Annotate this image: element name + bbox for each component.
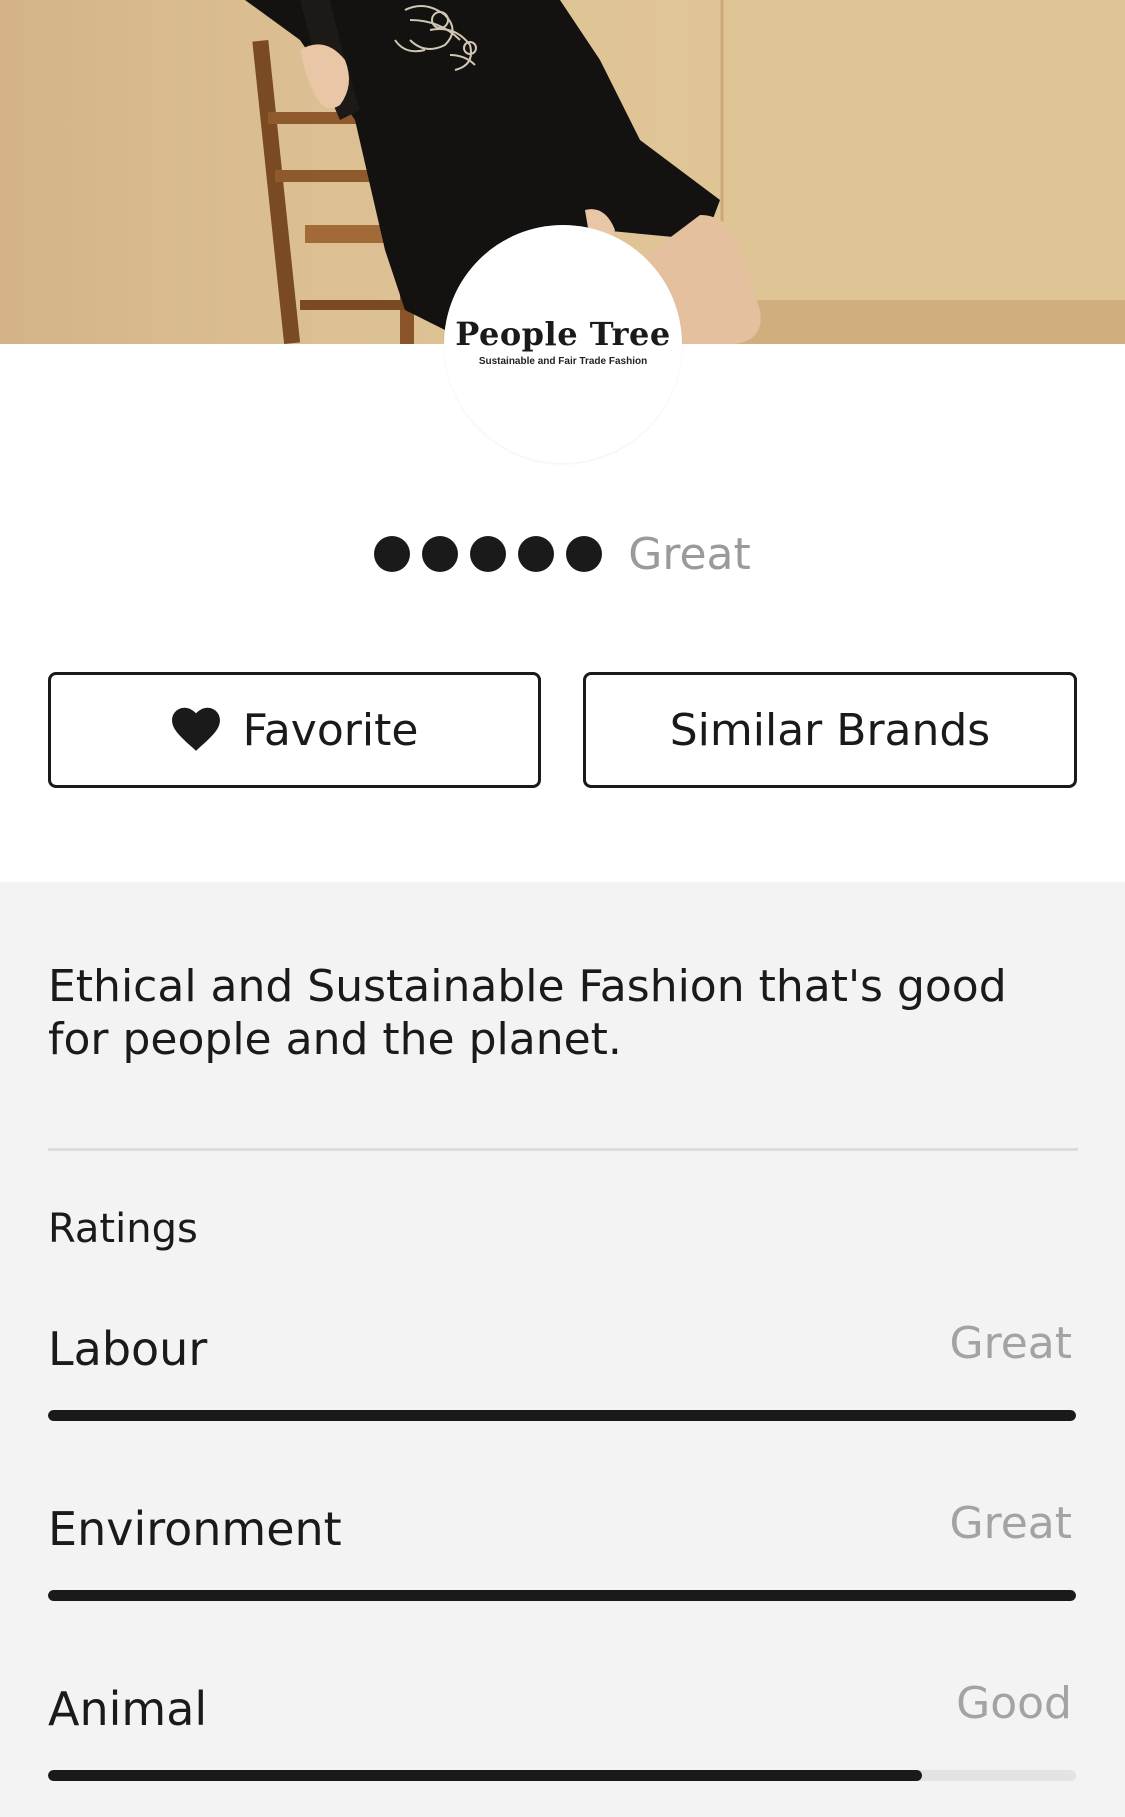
favorite-button-label: Favorite [242,704,419,756]
rating-bar-track [48,1770,1076,1781]
divider [48,1148,1078,1151]
rating-dot [566,536,603,572]
brand-details-section: Ethical and Sustainable Fashion that's g… [0,882,1125,1817]
rating-row-environment: Environment Great [48,1498,1078,1612]
similar-brands-button[interactable]: Similar Brands [583,672,1077,788]
brand-logo-tagline: Sustainable and Fair Trade Fashion [478,356,648,367]
brand-logo: People Tree Sustainable and Fair Trade F… [444,225,682,463]
overall-rating: Great [0,528,1125,580]
rating-bar-track [48,1410,1076,1421]
rating-dot [374,536,411,572]
rating-bar-track [48,1590,1076,1601]
rating-dot [422,536,459,572]
rating-value: Great [949,1498,1072,1549]
brand-logo-name: People Tree [455,315,671,353]
ratings-heading: Ratings [48,1206,198,1252]
rating-bar-fill [48,1770,922,1781]
rating-dot [518,536,555,572]
rating-dots [374,536,603,572]
overall-rating-label: Great [628,528,751,580]
heart-icon [171,707,220,751]
rating-value: Great [949,1318,1072,1369]
rating-row-labour: Labour Great [48,1318,1078,1432]
brand-description: Ethical and Sustainable Fashion that's g… [48,961,1007,1065]
rating-row-animal: Animal Good [48,1678,1078,1792]
favorite-button[interactable]: Favorite [48,672,541,788]
rating-name: Environment [48,1502,342,1556]
similar-brands-button-label: Similar Brands [669,704,991,756]
rating-dot [470,536,507,572]
rating-name: Labour [48,1322,208,1376]
rating-value: Good [956,1678,1072,1729]
rating-name: Animal [48,1682,208,1736]
rating-bar-fill [48,1410,1076,1421]
rating-bar-fill [48,1590,1076,1601]
